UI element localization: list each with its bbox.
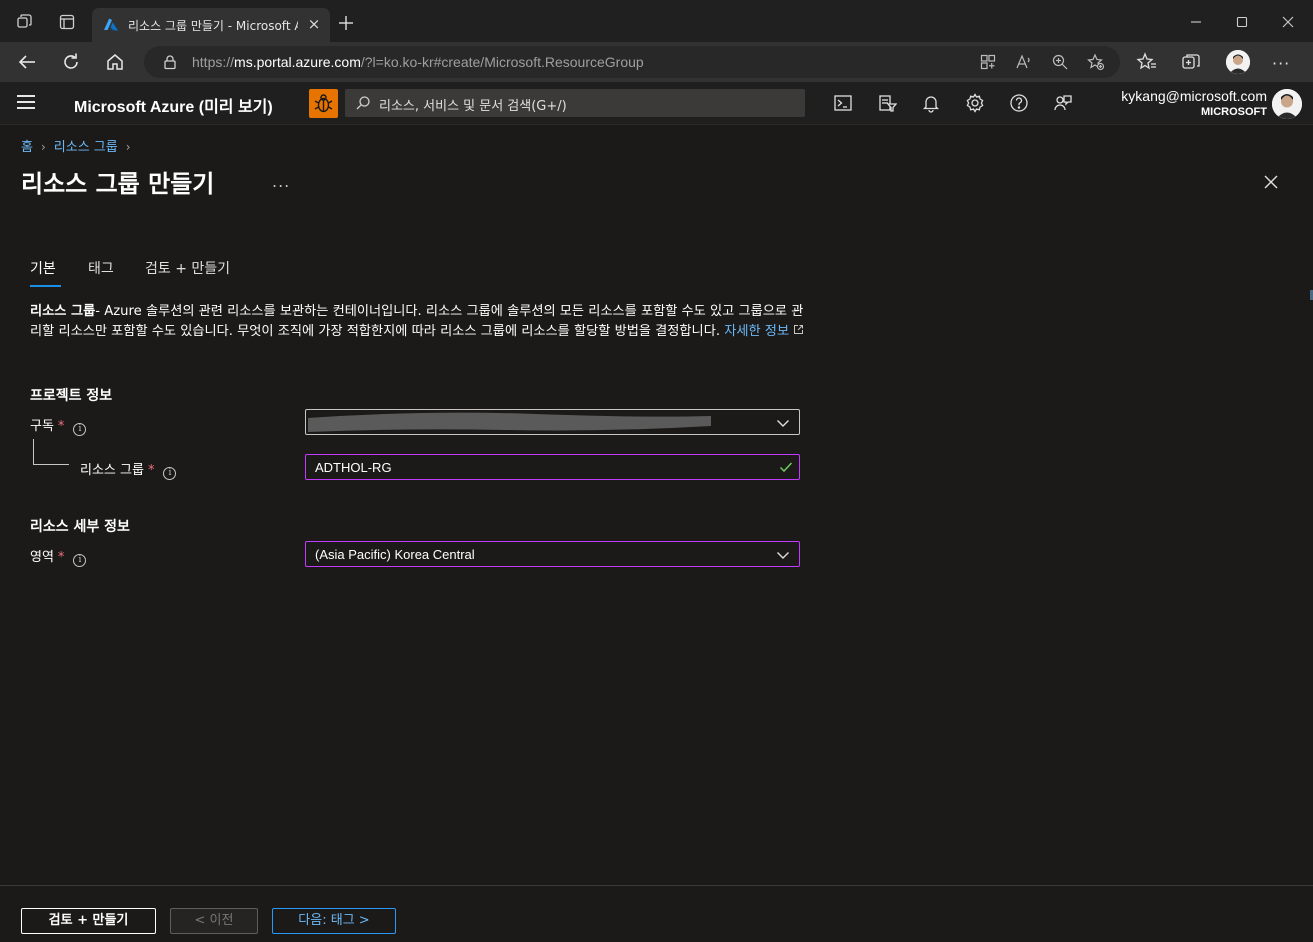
description-lead: 리소스 그룹 bbox=[30, 304, 96, 319]
person-avatar-icon bbox=[1226, 50, 1250, 74]
person-avatar-icon bbox=[1272, 89, 1302, 119]
window-close-icon[interactable] bbox=[1278, 12, 1298, 32]
tab-tags[interactable]: 태그 bbox=[88, 258, 114, 278]
azure-top-bar: Microsoft Azure (미리 보기) 리소스, 서비스 및 문서 검색… bbox=[0, 82, 1313, 125]
account-info[interactable]: kykang@microsoft.com MICROSOFT bbox=[1121, 88, 1267, 118]
page-title: 리소스 그룹 만들기 bbox=[21, 170, 215, 198]
previous-button[interactable]: < 이전 bbox=[170, 908, 258, 934]
lock-icon[interactable] bbox=[162, 54, 178, 70]
breadcrumb-home[interactable]: 홈 bbox=[21, 140, 33, 155]
back-icon[interactable] bbox=[16, 51, 38, 73]
region-value: (Asia Pacific) Korea Central bbox=[315, 547, 475, 562]
read-aloud-icon[interactable] bbox=[1015, 53, 1033, 71]
new-tab-icon[interactable] bbox=[336, 13, 356, 33]
account-avatar[interactable] bbox=[1272, 89, 1302, 119]
search-icon bbox=[356, 96, 370, 110]
browser-profile-avatar[interactable] bbox=[1226, 50, 1250, 74]
info-icon[interactable]: i bbox=[73, 423, 87, 436]
browser-tab-active[interactable]: 리소스 그룹 만들기 - Microsoft Azure × bbox=[92, 8, 330, 42]
resource-details-heading: 리소스 세부 정보 bbox=[30, 519, 130, 535]
feedback-icon[interactable] bbox=[1053, 93, 1073, 113]
description-body: - Azure 솔루션의 관련 리소스를 보관하는 컨테이너입니다. 리소스 그… bbox=[30, 304, 804, 339]
subscription-dropdown[interactable] bbox=[305, 409, 800, 435]
required-asterisk: * bbox=[57, 419, 65, 434]
azure-logo-icon bbox=[104, 18, 118, 31]
settings-gear-icon[interactable] bbox=[965, 93, 985, 113]
external-link-icon bbox=[794, 325, 804, 334]
review-create-button[interactable]: 검토 + 만들기 bbox=[21, 908, 156, 934]
help-icon[interactable] bbox=[1009, 93, 1029, 113]
minimize-icon[interactable] bbox=[1186, 12, 1206, 32]
browser-tab-title: 리소스 그룹 만들기 - Microsoft Azure bbox=[128, 19, 298, 33]
subscription-label: 구독 * i bbox=[30, 415, 87, 436]
required-asterisk: * bbox=[57, 550, 65, 565]
tab-basics[interactable]: 기본 bbox=[30, 258, 56, 278]
maximize-icon[interactable] bbox=[1232, 12, 1252, 32]
tab-close-icon[interactable]: × bbox=[306, 16, 322, 32]
account-email: kykang@microsoft.com bbox=[1121, 88, 1267, 104]
breadcrumb-resource-groups[interactable]: 리소스 그룹 bbox=[54, 140, 118, 155]
info-icon[interactable]: i bbox=[163, 467, 177, 480]
refresh-icon[interactable] bbox=[60, 51, 82, 73]
url-text[interactable]: https://ms.portal.azure.com/?l=ko.ko-kr#… bbox=[192, 54, 644, 70]
hierarchy-connector bbox=[33, 439, 69, 465]
redacted-subscription-value bbox=[308, 412, 711, 432]
tab-review-create[interactable]: 검토 + 만들기 bbox=[145, 258, 230, 278]
project-details-heading: 프로젝트 정보 bbox=[30, 388, 113, 404]
portal-brand[interactable]: Microsoft Azure (미리 보기) bbox=[74, 93, 273, 117]
add-favorite-icon[interactable] bbox=[1087, 53, 1105, 71]
info-icon[interactable]: i bbox=[73, 554, 87, 567]
chevron-right-icon: › bbox=[125, 140, 131, 154]
region-label: 영역 * i bbox=[30, 546, 87, 567]
zoom-icon[interactable] bbox=[1051, 53, 1069, 71]
address-bar[interactable]: https://ms.portal.azure.com/?l=ko.ko-kr#… bbox=[144, 46, 1120, 78]
resource-group-label: 리소스 그룹 * i bbox=[80, 459, 177, 480]
home-icon[interactable] bbox=[104, 51, 126, 73]
app-available-icon[interactable] bbox=[979, 53, 997, 71]
chevron-right-icon: › bbox=[40, 140, 46, 154]
breadcrumb: 홈 › 리소스 그룹 › bbox=[21, 136, 139, 155]
close-icon[interactable] bbox=[1261, 172, 1281, 192]
cloud-shell-icon[interactable] bbox=[833, 93, 853, 113]
collections-icon[interactable] bbox=[1180, 51, 1202, 73]
browser-menu-icon[interactable]: ··· bbox=[1272, 54, 1290, 73]
required-asterisk: * bbox=[147, 463, 155, 478]
checkmark-icon bbox=[779, 462, 793, 473]
global-search-box[interactable]: 리소스, 서비스 및 문서 검색(G+/) bbox=[345, 89, 805, 117]
account-org: MICROSOFT bbox=[1201, 106, 1267, 118]
directory-filter-icon[interactable] bbox=[877, 93, 897, 113]
learn-more-link[interactable]: 자세한 정보 bbox=[724, 324, 804, 339]
chevron-down-icon bbox=[777, 420, 789, 427]
workspaces-icon[interactable] bbox=[16, 13, 34, 31]
region-dropdown[interactable]: (Asia Pacific) Korea Central bbox=[305, 541, 800, 567]
resource-group-input[interactable]: ADTHOL-RG bbox=[305, 454, 800, 480]
active-tab-indicator bbox=[30, 285, 61, 287]
footer-bar: 검토 + 만들기 < 이전 다음: 태그 > bbox=[0, 885, 1313, 942]
chevron-down-icon bbox=[777, 552, 789, 559]
resource-group-value: ADTHOL-RG bbox=[315, 460, 392, 475]
portal-menu-icon[interactable] bbox=[17, 95, 35, 111]
browser-tab-strip: 리소스 그룹 만들기 - Microsoft Azure × bbox=[0, 0, 1313, 42]
preview-feedback-bug-button[interactable] bbox=[309, 89, 338, 118]
next-tags-button[interactable]: 다음: 태그 > bbox=[272, 908, 396, 934]
bug-icon bbox=[314, 94, 333, 113]
browser-toolbar: https://ms.portal.azure.com/?l=ko.ko-kr#… bbox=[0, 42, 1313, 82]
description: 리소스 그룹- Azure 솔루션의 관련 리소스를 보관하는 컨테이너입니다.… bbox=[30, 302, 805, 342]
favorites-icon[interactable] bbox=[1136, 51, 1158, 73]
tab-actions-icon[interactable] bbox=[58, 13, 76, 31]
notifications-bell-icon[interactable] bbox=[921, 93, 941, 113]
more-actions-icon[interactable]: ... bbox=[272, 172, 290, 191]
search-placeholder: 리소스, 서비스 및 문서 검색(G+/) bbox=[379, 99, 567, 114]
